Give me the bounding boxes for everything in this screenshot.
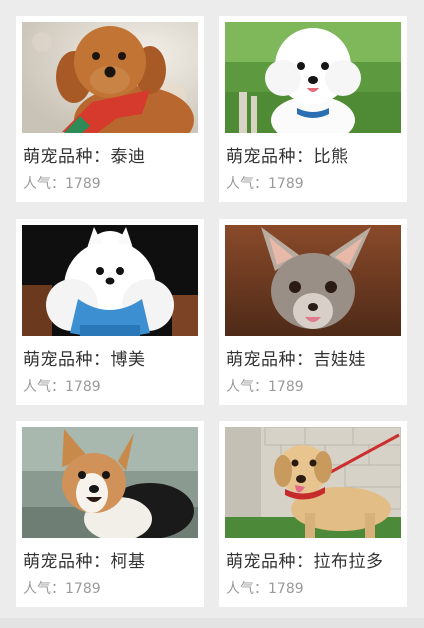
bichon-dog-photo[interactable] xyxy=(225,22,401,133)
teddy-dog-photo[interactable] xyxy=(22,22,198,133)
popularity-label: 人气：1789 xyxy=(23,379,101,395)
bottom-divider xyxy=(0,618,424,628)
popularity-label: 人气：1789 xyxy=(23,581,101,597)
pet-card-chihuahua[interactable]: 萌宠品种：吉娃娃 人气：1789 xyxy=(219,219,407,405)
breed-label: 萌宠品种：吉娃娃 xyxy=(226,350,366,370)
popularity-label: 人气：1789 xyxy=(226,176,304,192)
popularity-label: 人气：1789 xyxy=(226,379,304,395)
pet-card-corgi[interactable]: 萌宠品种：柯基 人气：1789 xyxy=(16,421,204,607)
breed-label: 萌宠品种：拉布拉多 xyxy=(226,552,384,572)
chihuahua-dog-photo[interactable] xyxy=(225,225,401,336)
pet-card-teddy[interactable]: 萌宠品种：泰迪 人气：1789 xyxy=(16,16,204,202)
popularity-label: 人气：1789 xyxy=(23,176,101,192)
breed-label: 萌宠品种：泰迪 xyxy=(23,147,146,167)
popularity-label: 人气：1789 xyxy=(226,581,304,597)
pet-card-bichon[interactable]: 萌宠品种：比熊 人气：1789 xyxy=(219,16,407,202)
labrador-dog-photo[interactable] xyxy=(225,427,401,538)
breed-label: 萌宠品种：比熊 xyxy=(226,147,349,167)
breed-label: 萌宠品种：博美 xyxy=(23,350,146,370)
pet-grid: 萌宠品种：泰迪 人气：1789 萌宠品种：比熊 人气：1789 萌宠品种：博美 … xyxy=(0,0,424,628)
pet-card-labrador[interactable]: 萌宠品种：拉布拉多 人气：1789 xyxy=(219,421,407,607)
breed-label: 萌宠品种：柯基 xyxy=(23,552,146,572)
pet-card-pomeranian[interactable]: 萌宠品种：博美 人气：1789 xyxy=(16,219,204,405)
corgi-dog-photo[interactable] xyxy=(22,427,198,538)
pomeranian-dog-photo[interactable] xyxy=(22,225,198,336)
